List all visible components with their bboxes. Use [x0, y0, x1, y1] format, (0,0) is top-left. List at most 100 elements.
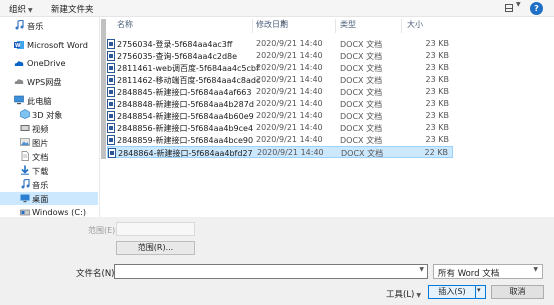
file-row[interactable]: 2811462-移动端百度-5f684aa4c8adc 2020/9/21 14… [107, 74, 453, 86]
sidebar-scrollbar[interactable] [100, 17, 107, 217]
filename-input[interactable]: ▼ [114, 264, 428, 279]
sidebar-item-windows-c[interactable]: Windows (C:) [0, 206, 98, 217]
column-header-date[interactable]: 修改日期 [256, 19, 288, 33]
desktop-icon [20, 194, 30, 203]
file-row[interactable]: 2811461-web调百度-5f684aa4c5cbf 2020/9/21 1… [107, 62, 453, 74]
file-row[interactable]: 2756034-登录-5f684aa4ac3ff 2020/9/21 14:40… [107, 38, 453, 50]
range-label: 范围(E): [88, 226, 118, 235]
file-name: 2756034-登录-5f684aa4ac3ff [117, 40, 233, 49]
file-name: 2811462-移动端百度-5f684aa4c8adc [117, 76, 261, 85]
file-row[interactable]: 2848848-新建接口-5f684aa4b287d 2020/9/21 14:… [107, 98, 453, 110]
sidebar-item-label: 图片 [32, 138, 49, 148]
file-name: 2848854-新建接口-5f684aa4b60e9 [117, 112, 254, 121]
music-icon [21, 179, 30, 189]
change-view-button[interactable]: ▼ [503, 1, 525, 14]
file-size: 23 KB [425, 135, 449, 144]
view-grid-icon [505, 4, 513, 12]
file-date: 2020/9/21 14:40 [256, 87, 323, 96]
docx-file-icon [107, 87, 115, 97]
sidebar-item-label: WPS网盘 [27, 77, 62, 87]
file-date: 2020/9/21 14:40 [256, 111, 323, 120]
file-size: 23 KB [425, 99, 449, 108]
docx-file-icon [107, 99, 115, 109]
sidebar-item-pictures[interactable]: 图片 [0, 136, 98, 149]
file-row[interactable]: 2848856-新建接口-5f684aa4b9ce4 2020/9/21 14:… [107, 122, 453, 134]
file-size: 23 KB [425, 111, 449, 120]
sidebar-item-videos[interactable]: 视频 [0, 122, 98, 135]
svg-text:W: W [15, 43, 21, 49]
range-panel: 范围(E): 范围(R)... [0, 217, 554, 257]
sidebar-item-music-top[interactable]: 音乐 [0, 19, 98, 32]
file-row[interactable]: 2848859-新建接口-5f684aa4bce90 2020/9/21 14:… [107, 134, 453, 146]
sidebar-item-downloads[interactable]: 下载 [0, 164, 98, 177]
file-row-selected[interactable]: 2848864-新建接口-5f684aa4bfd27 2020/9/21 14:… [107, 146, 453, 158]
music-icon [15, 20, 24, 30]
range-button[interactable]: 范围(R)... [116, 241, 195, 255]
column-divider[interactable] [252, 19, 253, 33]
file-type: DOCX 文档 [340, 40, 383, 49]
insert-button[interactable]: 插入(S) [428, 285, 476, 299]
sidebar-item-3d-objects[interactable]: 3D 对象 [0, 108, 98, 121]
sidebar-item-label: OneDrive [27, 58, 66, 68]
file-row[interactable]: 2756035-查询-5f684aa4c2d8e 2020/9/21 14:40… [107, 50, 453, 62]
sidebar-item-label: Microsoft Word [27, 40, 88, 50]
column-header-type[interactable]: 类型 [340, 19, 356, 33]
sidebar-item-label: 3D 对象 [32, 110, 63, 120]
file-type: DOCX 文档 [340, 52, 383, 61]
organize-button[interactable]: 组织 ▼ [9, 3, 33, 15]
scrollbar-thumb[interactable] [101, 19, 106, 159]
file-row[interactable]: 2848854-新建接口-5f684aa4b60e9 2020/9/21 14:… [107, 110, 453, 122]
file-size: 22 KB [424, 148, 448, 157]
filetype-select[interactable]: 所有 Word 文档 ▼ [433, 264, 543, 279]
computer-icon [14, 95, 24, 105]
file-size: 23 KB [425, 63, 449, 72]
file-date: 2020/9/21 14:40 [256, 51, 323, 60]
sidebar-item-wps-cloud[interactable]: WPS网盘 [0, 75, 98, 88]
sidebar-item-music[interactable]: 音乐 [0, 178, 98, 191]
sidebar-item-this-pc[interactable]: 此电脑 [0, 94, 98, 107]
cube-icon [20, 109, 30, 119]
file-size: 23 KB [425, 87, 449, 96]
new-folder-button[interactable]: 新建文件夹 [51, 3, 94, 15]
organize-label: 组织 [9, 5, 27, 15]
file-date: 2020/9/21 14:40 [257, 148, 324, 157]
file-row[interactable]: 2848845-新建接口-5f684aa4af663 2020/9/21 14:… [107, 86, 453, 98]
tools-label: 工具(L) [386, 290, 415, 300]
sidebar-item-label: 下载 [32, 166, 49, 176]
sidebar-item-label: 桌面 [32, 194, 49, 204]
file-size: 23 KB [425, 51, 449, 60]
column-header-size[interactable]: 大小 [407, 19, 423, 33]
sidebar-item-desktop[interactable]: 桌面 [0, 192, 98, 205]
picture-icon [20, 138, 30, 146]
docx-file-icon [108, 148, 116, 158]
chevron-down-icon[interactable]: ▼ [419, 266, 424, 273]
docx-file-icon [107, 51, 115, 61]
wps-cloud-icon [14, 79, 24, 84]
file-type: DOCX 文档 [341, 149, 384, 158]
file-name: 2848845-新建接口-5f684aa4af663 [117, 88, 252, 97]
filetype-value: 所有 Word 文档 [438, 269, 500, 279]
column-header-name[interactable]: 名称 [117, 19, 133, 33]
column-divider[interactable] [335, 19, 336, 33]
sidebar-item-label: 音乐 [32, 180, 49, 190]
sidebar-item-microsoft-word[interactable]: W Microsoft Word [0, 39, 98, 52]
file-type: DOCX 文档 [340, 136, 383, 145]
word-icon: W [14, 41, 24, 49]
sidebar-item-label: 此电脑 [27, 96, 52, 106]
download-icon [21, 165, 29, 175]
sidebar-item-onedrive[interactable]: OneDrive [0, 57, 98, 70]
cancel-button[interactable]: 取消 [491, 285, 544, 299]
docx-file-icon [107, 135, 115, 145]
document-icon [21, 151, 29, 161]
file-date: 2020/9/21 14:40 [256, 123, 323, 132]
file-type: DOCX 文档 [340, 112, 383, 121]
column-divider[interactable] [401, 19, 402, 33]
file-type: DOCX 文档 [340, 124, 383, 133]
sidebar-item-documents[interactable]: 文档 [0, 150, 98, 163]
tools-button[interactable]: 工具(L) ▼ [386, 288, 421, 300]
sidebar-item-label: Windows (C:) [32, 207, 87, 217]
insert-options-button[interactable] [476, 285, 486, 299]
help-icon[interactable]: ? [530, 2, 543, 15]
file-type: DOCX 文档 [340, 64, 383, 73]
file-date: 2020/9/21 14:40 [256, 75, 323, 84]
